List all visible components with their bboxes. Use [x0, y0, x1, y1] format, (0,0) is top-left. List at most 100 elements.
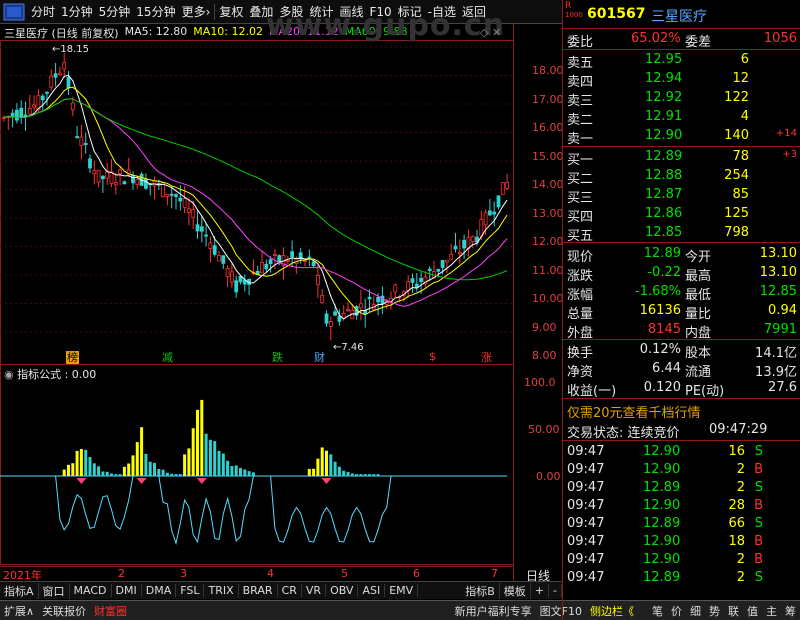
candle-body [195, 224, 200, 232]
indicator-bar [75, 450, 79, 476]
order-ratio-row: 委比 65.02% 委差 1056 [567, 31, 797, 50]
indicator-tab[interactable]: BRAR [239, 584, 278, 597]
indicator-tab[interactable]: 窗口 [39, 582, 70, 599]
indicator-tab[interactable]: OBV [326, 584, 359, 597]
tick-row[interactable]: 09:47 12.90 28 B [563, 497, 800, 515]
indicator-bar [79, 449, 83, 476]
fundamental-row[interactable]: 净资 6.44 流通 13.9亿 [563, 360, 800, 380]
candle-body [19, 107, 24, 118]
quote-row[interactable]: 涨幅 -1.68% 最低 12.85 [563, 283, 800, 303]
ask-label: 卖一 [567, 132, 594, 147]
indicator-tab[interactable]: EMV [385, 584, 419, 597]
quote-row[interactable]: 现价 12.89 今开 13.10 [563, 245, 800, 265]
ask-level-row[interactable]: 卖五 12.95 6 [563, 51, 800, 71]
toolbar-restore-rights[interactable]: 复权 [216, 3, 246, 20]
app-logo-icon[interactable] [3, 2, 25, 22]
candle-body [367, 296, 372, 300]
indicator-collapse-icon[interactable]: ◉ [4, 368, 14, 381]
quote-value: 13.10 [759, 265, 797, 280]
indicator-tab[interactable]: 模板 [500, 582, 531, 599]
quote-row[interactable]: 外盘 8145 内盘 7991 [563, 321, 800, 341]
bid-level-row[interactable]: 买三 12.87 85 [563, 186, 800, 206]
bid-level-row[interactable]: 买一 12.89 78 +3 [563, 148, 800, 168]
quote-value: -1.68% [635, 284, 681, 299]
bid-level-row[interactable]: 买四 12.86 125 [563, 205, 800, 225]
tick-row[interactable]: 09:47 12.90 2 B [563, 551, 800, 569]
kline-chart[interactable] [0, 24, 562, 581]
candle-body [27, 108, 32, 115]
event-marker-drop[interactable]: 跌 [272, 349, 283, 365]
tick-row[interactable]: 09:47 12.90 16 S [563, 443, 800, 461]
ask-level-row[interactable]: 卖三 12.92 122 [563, 89, 800, 109]
fund-label: 股本 [685, 346, 712, 361]
indicator-bar [363, 474, 367, 476]
indicator-tab[interactable]: ASI [358, 584, 386, 597]
promo-text[interactable]: 仅需20元查看千档行情 [567, 402, 701, 421]
tick-side: S [754, 444, 763, 459]
tick-row[interactable]: 09:47 12.90 18 B [563, 533, 800, 551]
quote-row[interactable]: 总量 16136 量比 0.94 [563, 302, 800, 322]
candle-body [58, 72, 62, 75]
quote-row[interactable]: 涨跌 -0.22 最高 13.10 [563, 264, 800, 284]
bid-label: 买二 [567, 172, 594, 187]
indicator-bar [101, 471, 105, 476]
ask-volume: 122 [724, 90, 749, 105]
fund-value: 0.12% [639, 342, 681, 357]
fundamental-row[interactable]: 换手 0.12% 股本 14.1亿 [563, 341, 800, 361]
ask-level-row[interactable]: 卖四 12.94 12 [563, 70, 800, 90]
promo-row[interactable]: 仅需20元查看千档行情 [563, 401, 800, 421]
ask-level-row[interactable]: 卖二 12.91 4 [563, 108, 800, 128]
quote-label: 最高 [685, 269, 712, 284]
toolbar-1min[interactable]: 1分钟 [58, 3, 96, 20]
toolbar-timeshare[interactable]: 分时 [28, 3, 58, 20]
event-marker-dollar[interactable]: $ [429, 349, 436, 363]
tick-side: B [754, 552, 763, 567]
tick-row[interactable]: 09:47 12.89 2 S [563, 479, 800, 497]
indicator-tab[interactable]: VR [302, 584, 327, 597]
bid-level-row[interactable]: 买五 12.85 798 [563, 224, 800, 244]
chart-settings-icon[interactable]: ◇ ✕ [480, 26, 501, 39]
tick-row[interactable]: 09:47 12.90 2 B [563, 461, 800, 479]
indicator-tab[interactable]: 指标B [461, 582, 500, 599]
bid-label: 买一 [567, 153, 594, 168]
indicator-tab[interactable]: DMI [112, 584, 142, 597]
tick-side: B [754, 498, 763, 513]
indicator-tab[interactable]: FSL [176, 584, 205, 597]
candle-body [333, 311, 338, 316]
candle-body [199, 226, 204, 232]
event-marker-rise[interactable]: 涨 [481, 349, 492, 365]
indicator-bar [376, 474, 380, 476]
event-marker-reduce[interactable]: 减 [162, 349, 173, 365]
ask-level-row[interactable]: 卖一 12.90 140 +14 [563, 127, 800, 147]
indicator-bar [329, 454, 333, 476]
fundamental-row[interactable]: 收益(一) 0.120 PE(动) 27.6 [563, 379, 800, 399]
indicator-tab[interactable]: MACD [70, 584, 112, 597]
indicator-tab[interactable]: CR [278, 584, 302, 597]
status-new-user-promo[interactable]: 新用户福利专享 [451, 603, 536, 619]
indicator-tab[interactable]: 指标A [0, 582, 39, 599]
indicator-tick-50: 50.00 [528, 423, 560, 436]
event-marker-bang[interactable]: 榜 [66, 349, 79, 365]
indicator-bar [62, 469, 66, 476]
indicator-tab[interactable]: - [549, 584, 562, 597]
bid-level-row[interactable]: 买二 12.88 254 [563, 167, 800, 187]
indicator-tab[interactable]: DMA [142, 584, 177, 597]
indicator-title[interactable]: ◉ 指标公式 : 0.00 [4, 366, 96, 382]
status-expand[interactable]: 扩展∧ [0, 603, 38, 619]
tick-row[interactable]: 09:47 12.89 66 S [563, 515, 800, 533]
event-marker-finance[interactable]: 财 [314, 349, 325, 365]
toolbar-5min[interactable]: 5分钟 [96, 3, 134, 20]
tick-volume: 28 [728, 498, 745, 513]
price-tick: 12.00 [532, 235, 564, 248]
quote-label: 最低 [685, 288, 712, 303]
indicator-tab[interactable]: + [531, 584, 550, 597]
tick-row[interactable]: 09:47 12.89 2 S [563, 569, 800, 587]
indicator-bar [230, 465, 234, 476]
status-related-quotes[interactable]: 关联报价 [38, 603, 90, 619]
toolbar-15min[interactable]: 15分钟 [133, 3, 178, 20]
status-wealth-circle[interactable]: 财富圈 [90, 603, 131, 619]
indicator-tab[interactable]: TRIX [204, 584, 239, 597]
toolbar-more[interactable]: 更多› [179, 3, 214, 20]
ask-volume: 6 [740, 52, 749, 67]
candle-body [131, 174, 135, 184]
